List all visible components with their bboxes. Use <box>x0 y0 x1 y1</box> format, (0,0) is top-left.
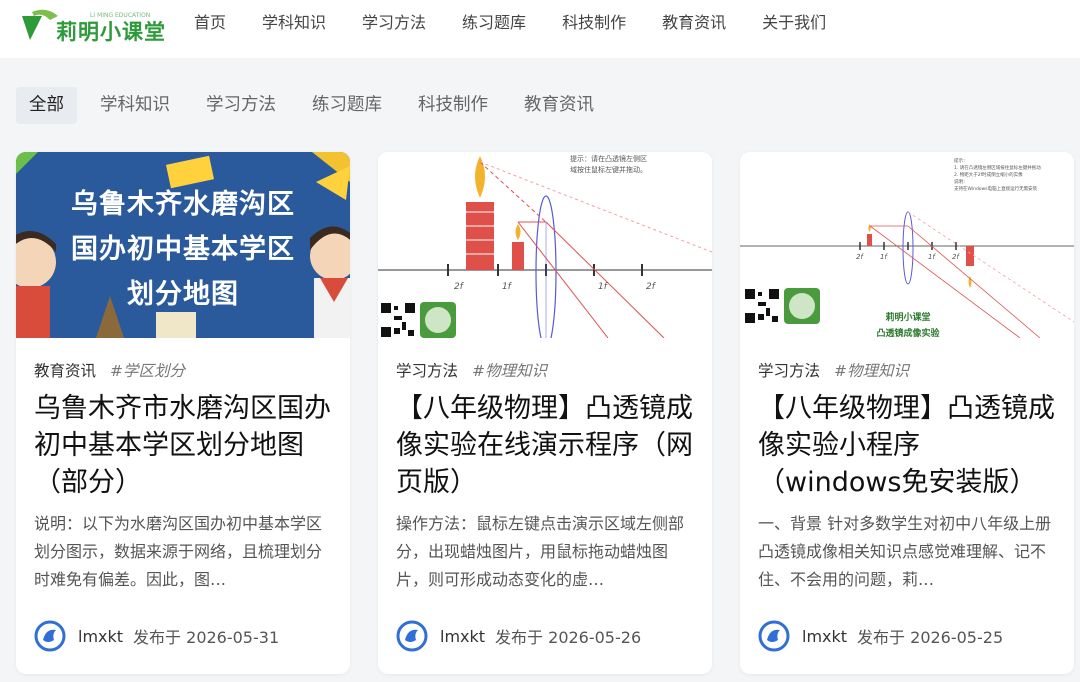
author-avatar-icon <box>34 620 66 652</box>
banner-line: 国办初中基本学区 <box>71 234 295 265</box>
author-name[interactable]: lmxkt <box>802 627 847 646</box>
banner-line: 划分地图 <box>127 279 239 310</box>
article-thumbnail[interactable]: 提示： 1. 请在凸透镜左侧区域按住鼠标左键并拖动 2. 物距大于2f时成倒立缩… <box>740 152 1074 338</box>
thumbnail-brand-text: 莉明小课堂 凸透镜成像实验 <box>858 310 958 338</box>
demo-hint-text: 提示： 1. 请在凸透镜左侧区域按住鼠标左键并拖动 2. 物距大于2f时成倒立缩… <box>954 158 1066 193</box>
article-card[interactable]: 提示： 1. 请在凸透镜左侧区域按住鼠标左键并拖动 2. 物距大于2f时成倒立缩… <box>740 152 1074 674</box>
nav-item-study-methods[interactable]: 学习方法 <box>362 12 426 34</box>
article-tag[interactable]: #物理知识 <box>472 359 547 381</box>
axis-label: 2f <box>856 253 863 261</box>
axis-label: 1f <box>502 282 511 292</box>
banner-line: 乌鲁木齐水磨沟区 <box>71 189 295 220</box>
article-tag[interactable]: #物理知识 <box>834 359 909 381</box>
article-excerpt: 说明：以下为水磨沟区国办初中基本学区划分图示，数据来源于网络，且梳理划分时难免有… <box>34 514 323 589</box>
author-avatar-icon <box>758 620 790 652</box>
nav-item-subject-knowledge[interactable]: 学科知识 <box>262 12 326 34</box>
filter-tab-study-methods[interactable]: 学习方法 <box>193 87 289 124</box>
brand-badge-icon <box>420 302 456 338</box>
axis-label: 2f <box>952 253 959 261</box>
article-thumbnail[interactable]: 提示：请在凸透镜左侧区域按住鼠标左键并拖动。 2f 1f 1f 2f <box>378 152 712 338</box>
site-logo[interactable]: LI MING EDUCATION 莉明小课堂 <box>20 2 165 48</box>
article-footer: lmxkt 发布于 2026-05-31 <box>34 620 279 652</box>
article-title[interactable]: 乌鲁木齐市水磨沟区国办初中基本学区划分地图（部分） <box>34 390 334 501</box>
brand-line: 凸透镜成像实验 <box>876 329 940 338</box>
demo-hint-text: 提示：请在凸透镜左侧区域按住鼠标左键并拖动。 <box>570 155 647 174</box>
filter-tab-all[interactable]: 全部 <box>16 87 77 124</box>
thumbnail-banner-text: 乌鲁木齐水磨沟区 国办初中基本学区 划分地图 <box>16 182 350 317</box>
nav-item-home[interactable]: 首页 <box>194 12 226 34</box>
author-name[interactable]: lmxkt <box>78 627 123 646</box>
brand-line: 莉明小课堂 <box>885 313 931 323</box>
article-title[interactable]: 【八年级物理】凸透镜成像实验在线演示程序（网页版） <box>396 390 696 501</box>
article-card[interactable]: 乌鲁木齐水磨沟区 国办初中基本学区 划分地图 教育资讯 #学区划分 乌鲁木齐市水… <box>16 152 350 674</box>
article-footer: lmxkt 发布于 2026-05-26 <box>396 620 641 652</box>
publish-date: 发布于 2026-05-31 <box>133 628 280 647</box>
article-footer: lmxkt 发布于 2026-05-25 <box>758 620 1003 652</box>
qr-code-icon <box>744 288 780 324</box>
logo-text: 莉明小课堂 <box>56 20 166 44</box>
publish-date: 发布于 2026-05-25 <box>857 628 1004 647</box>
nav-item-education-news[interactable]: 教育资讯 <box>662 12 726 34</box>
article-excerpt: 一、背景 针对多数学生对初中八年级上册凸透镜成像相关知识点感觉难理解、记不住、不… <box>758 514 1052 589</box>
article-card[interactable]: 提示：请在凸透镜左侧区域按住鼠标左键并拖动。 2f 1f 1f 2f 学习方法 … <box>378 152 712 674</box>
article-title[interactable]: 【八年级物理】凸透镜成像实验小程序（windows免安装版） <box>758 390 1058 501</box>
axis-label: 2f <box>646 282 655 292</box>
hint-line: 提示： <box>954 159 968 164</box>
author-avatar-icon <box>396 620 428 652</box>
brand-badge-icon <box>784 288 820 324</box>
hint-line: 说明： <box>954 180 968 185</box>
article-category[interactable]: 教育资讯 <box>34 359 96 381</box>
hint-line: 1. 请在凸透镜左侧区域按住鼠标左键并拖动 <box>954 166 1041 171</box>
article-category[interactable]: 学习方法 <box>396 359 458 381</box>
article-category[interactable]: 学习方法 <box>758 359 820 381</box>
nav-item-about-us[interactable]: 关于我们 <box>762 12 826 34</box>
top-navbar: LI MING EDUCATION 莉明小课堂 首页 学科知识 学习方法 练习题… <box>0 0 1080 58</box>
axis-label: 1f <box>928 253 935 261</box>
filter-tab-subject-knowledge[interactable]: 学科知识 <box>87 87 183 124</box>
hint-line: 支持在Windows电脑上直接运行无需安装 <box>954 187 1038 192</box>
qr-code-icon <box>380 302 416 338</box>
main-nav: 首页 学科知识 学习方法 练习题库 科技制作 教育资讯 关于我们 <box>194 12 862 34</box>
axis-label: 1f <box>880 253 887 261</box>
filter-tab-tech-making[interactable]: 科技制作 <box>405 87 501 124</box>
filter-tab-exercise-bank[interactable]: 练习题库 <box>299 87 395 124</box>
axis-label: 2f <box>454 282 463 292</box>
article-tag[interactable]: #学区划分 <box>110 359 185 381</box>
logo-mark-icon <box>22 9 58 40</box>
filter-tab-education-news[interactable]: 教育资讯 <box>511 87 607 124</box>
author-name[interactable]: lmxkt <box>440 627 485 646</box>
article-excerpt: 操作方法：鼠标左键点击演示区域左侧部分，出现蜡烛图片，用鼠标拖动蜡烛图片，则可形… <box>396 514 685 589</box>
nav-item-exercise-bank[interactable]: 练习题库 <box>462 12 526 34</box>
publish-date: 发布于 2026-05-26 <box>495 628 642 647</box>
axis-label: 1f <box>598 282 607 292</box>
article-thumbnail[interactable]: 乌鲁木齐水磨沟区 国办初中基本学区 划分地图 <box>16 152 350 338</box>
hint-line: 2. 物距大于2f时成倒立缩小的实像 <box>954 173 1023 178</box>
category-filter-tabs: 全部 学科知识 学习方法 练习题库 科技制作 教育资讯 <box>16 87 617 124</box>
article-meta: 学习方法 #物理知识 <box>396 359 547 381</box>
nav-item-tech-making[interactable]: 科技制作 <box>562 12 626 34</box>
article-meta: 学习方法 #物理知识 <box>758 359 909 381</box>
article-meta: 教育资讯 #学区划分 <box>34 359 185 381</box>
